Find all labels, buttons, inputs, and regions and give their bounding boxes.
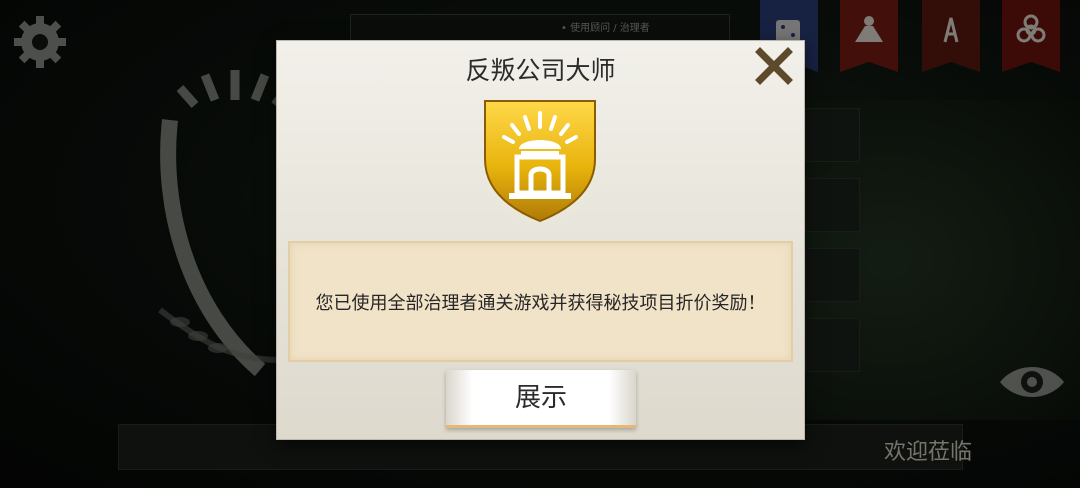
achievement-dialog: 反叛公司大师 您已使用全部治理者通关游戏并获得秘技项目折价奖励！ 展示	[277, 41, 804, 439]
show-button[interactable]: 展示	[446, 370, 636, 428]
temple-shield-icon	[480, 100, 600, 225]
achievement-message: 您已使用全部治理者通关游戏并获得秘技项目折价奖励！	[315, 293, 766, 314]
close-icon[interactable]	[755, 47, 793, 85]
achievement-message-panel: 您已使用全部治理者通关游戏并获得秘技项目折价奖励！	[288, 241, 793, 362]
dialog-title: 反叛公司大师	[465, 56, 616, 85]
